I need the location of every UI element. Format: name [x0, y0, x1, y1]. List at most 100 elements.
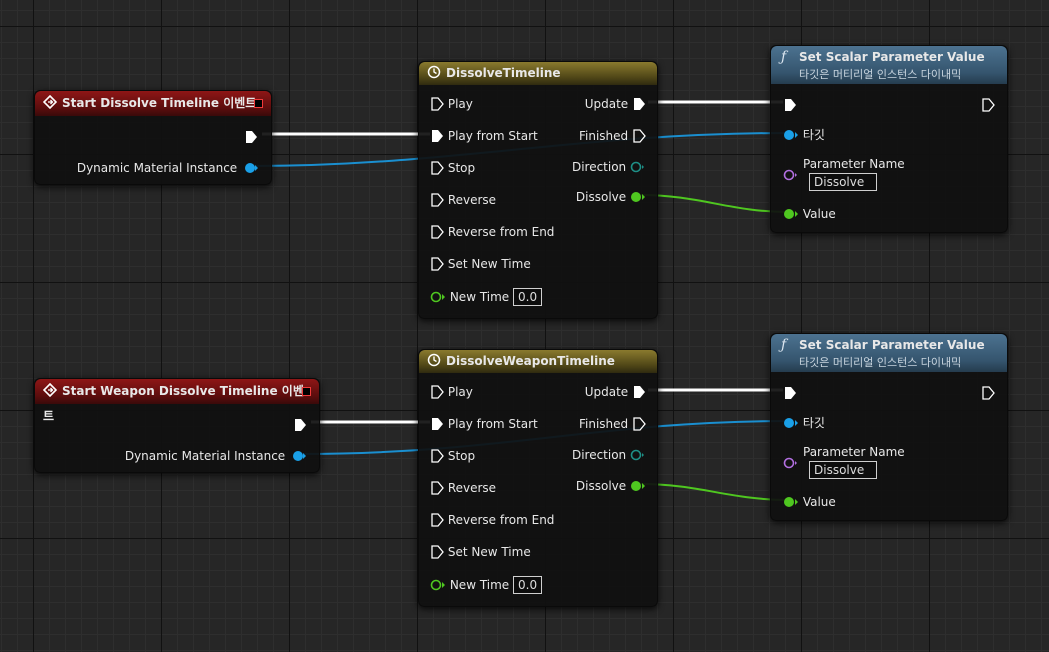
output-pin-row[interactable]: Dynamic Material Instance	[77, 159, 259, 175]
timeline-node-dissolve[interactable]: DissolveTimeline Play Play from Start St…	[418, 61, 658, 319]
exec-input-pin[interactable]	[783, 384, 797, 400]
input-pin-play-from-start[interactable]: Play from Start	[430, 127, 538, 143]
name-pin-icon[interactable]	[783, 169, 799, 181]
event-node-start-dissolve-timeline[interactable]: Start Dissolve Timeline 이벤트 Dynamic Mate…	[34, 90, 272, 185]
float-wire	[639, 483, 790, 501]
exec-pin-icon[interactable]	[244, 130, 258, 144]
enum-pin-icon[interactable]	[630, 161, 646, 173]
event-node-header[interactable]: Start Dissolve Timeline 이벤트	[35, 91, 271, 116]
pin-label: Play from Start	[447, 416, 538, 431]
exec-pin-icon[interactable]	[430, 417, 444, 431]
timeline-node-dissolve-weapon[interactable]: DissolveWeaponTimeline Play Play from St…	[418, 349, 658, 607]
pin-label: Reverse from End	[447, 512, 555, 527]
exec-pin-icon[interactable]	[632, 385, 646, 399]
object-pin-icon[interactable]	[293, 450, 307, 462]
timeline-node-header[interactable]: DissolveWeaponTimeline	[419, 350, 657, 373]
event-node-start-weapon-dissolve-timeline[interactable]: Start Weapon Dissolve Timeline 이벤트 Dynam…	[34, 378, 320, 473]
function-node-header[interactable]: ƒ Set Scalar Parameter Value 타깃은 머티리얼 인스…	[771, 46, 1007, 84]
exec-input-pin[interactable]	[783, 96, 797, 112]
exec-pin-icon[interactable]	[430, 480, 444, 495]
exec-output-pin[interactable]	[981, 96, 995, 112]
input-pin-set-new-time[interactable]: Set New Time	[430, 543, 531, 559]
input-pin-play[interactable]: Play	[430, 95, 473, 111]
input-pin-reverse[interactable]: Reverse	[430, 191, 496, 207]
object-pin-icon[interactable]	[783, 129, 799, 141]
output-pin-dissolve[interactable]: Dissolve	[576, 188, 646, 204]
exec-pin-icon[interactable]	[430, 96, 444, 111]
exec-pin-icon[interactable]	[430, 384, 444, 399]
exec-pin-icon[interactable]	[632, 97, 646, 111]
input-pin-play[interactable]: Play	[430, 383, 473, 399]
delegate-pin-icon[interactable]	[254, 99, 263, 108]
float-pin-icon[interactable]	[630, 480, 646, 492]
function-node-header[interactable]: ƒ Set Scalar Parameter Value 타깃은 머티리얼 인스…	[771, 334, 1007, 372]
name-pin-icon[interactable]	[783, 457, 799, 469]
exec-output-pin[interactable]	[293, 416, 307, 432]
input-pin-new-time[interactable]: New Time 0.0	[430, 576, 543, 594]
float-pin-icon[interactable]	[783, 208, 799, 220]
event-diamond-icon	[42, 91, 58, 116]
exec-pin-icon[interactable]	[783, 98, 797, 112]
output-pin-update[interactable]: Update	[585, 383, 646, 399]
exec-pin-icon[interactable]	[981, 385, 995, 400]
exec-pin-icon[interactable]	[783, 386, 797, 400]
input-pin-target[interactable]: 타깃	[783, 126, 825, 142]
parameter-name-input[interactable]: Dissolve	[809, 173, 877, 191]
float-pin-icon[interactable]	[430, 579, 446, 591]
pin-label: Set New Time	[447, 544, 531, 559]
exec-pin-icon[interactable]	[981, 97, 995, 112]
event-node-header[interactable]: Start Weapon Dissolve Timeline 이벤트	[35, 379, 319, 423]
function-node-set-scalar-parameter-value[interactable]: ƒ Set Scalar Parameter Value 타깃은 머티리얼 인스…	[770, 333, 1008, 521]
input-pin-reverse[interactable]: Reverse	[430, 479, 496, 495]
pin-label: Update	[584, 96, 629, 111]
input-pin-target[interactable]: 타깃	[783, 414, 825, 430]
output-pin-update[interactable]: Update	[585, 95, 646, 111]
input-pin-value[interactable]: Value	[783, 493, 836, 509]
exec-pin-icon[interactable]	[430, 544, 444, 559]
input-pin-stop[interactable]: Stop	[430, 447, 475, 463]
timeline-node-header[interactable]: DissolveTimeline	[419, 62, 657, 85]
exec-output-pin[interactable]	[981, 384, 995, 400]
exec-pin-icon[interactable]	[430, 256, 444, 271]
exec-pin-icon[interactable]	[430, 224, 444, 239]
parameter-name-input[interactable]: Dissolve	[809, 461, 877, 479]
float-pin-icon[interactable]	[630, 191, 646, 203]
float-pin-icon[interactable]	[783, 496, 799, 508]
object-pin-icon[interactable]	[245, 162, 259, 174]
pin-label: 타깃	[802, 415, 825, 430]
exec-pin-icon[interactable]	[430, 192, 444, 207]
delegate-pin-icon[interactable]	[302, 387, 311, 396]
input-pin-play-from-start[interactable]: Play from Start	[430, 415, 538, 431]
function-node-set-scalar-parameter-value[interactable]: ƒ Set Scalar Parameter Value 타깃은 머티리얼 인스…	[770, 45, 1008, 233]
exec-pin-icon[interactable]	[430, 448, 444, 463]
timeline-node-title: DissolveTimeline	[446, 66, 561, 80]
input-pin-value[interactable]: Value	[783, 205, 836, 221]
input-pin-reverse-from-end[interactable]: Reverse from End	[430, 223, 554, 239]
timeline-node-title: DissolveWeaponTimeline	[446, 354, 615, 368]
new-time-input[interactable]: 0.0	[513, 576, 543, 594]
function-node-subtitle: 타깃은 머티리얼 인스턴스 다이내믹	[799, 356, 962, 369]
output-pin-row[interactable]: Dynamic Material Instance	[125, 447, 307, 463]
exec-pin-icon[interactable]	[632, 128, 646, 143]
exec-pin-icon[interactable]	[632, 416, 646, 431]
input-pin-set-new-time[interactable]: Set New Time	[430, 255, 531, 271]
exec-pin-icon[interactable]	[293, 418, 307, 432]
output-pin-finished[interactable]: Finished	[579, 415, 646, 431]
exec-pin-icon[interactable]	[430, 512, 444, 527]
input-pin-new-time[interactable]: New Time 0.0	[430, 288, 543, 306]
pin-label: Play	[447, 384, 473, 399]
exec-pin-icon[interactable]	[430, 160, 444, 175]
new-time-input[interactable]: 0.0	[513, 288, 543, 306]
input-pin-stop[interactable]: Stop	[430, 159, 475, 175]
object-pin-icon[interactable]	[783, 417, 799, 429]
output-pin-finished[interactable]: Finished	[579, 127, 646, 143]
output-pin-direction[interactable]: Direction	[572, 446, 646, 462]
exec-pin-icon[interactable]	[430, 129, 444, 143]
output-pin-direction[interactable]: Direction	[572, 158, 646, 174]
float-pin-icon[interactable]	[430, 291, 446, 303]
output-pin-dissolve[interactable]: Dissolve	[576, 477, 646, 493]
input-pin-reverse-from-end[interactable]: Reverse from End	[430, 511, 554, 527]
exec-output-pin[interactable]	[244, 128, 258, 144]
enum-pin-icon[interactable]	[630, 449, 646, 461]
pin-label: Reverse	[447, 480, 497, 495]
